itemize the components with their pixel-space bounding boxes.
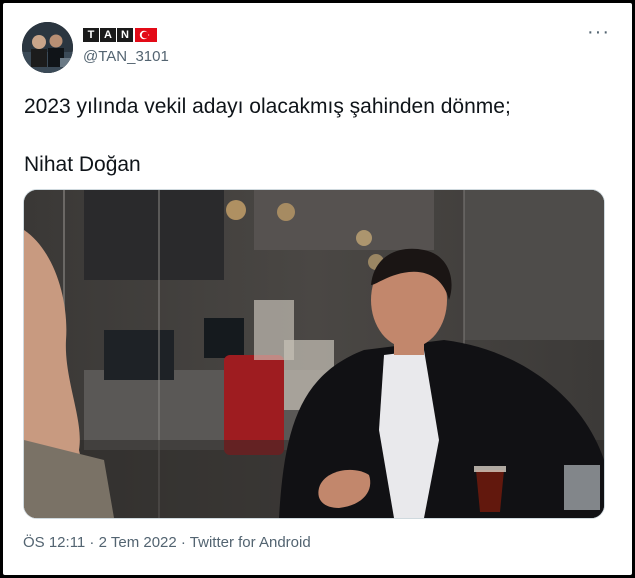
meta-separator-1: · <box>85 534 99 551</box>
turkey-flag-icon <box>135 28 157 42</box>
logo-letter-t: T <box>83 28 99 42</box>
logo-letter-a: A <box>100 28 116 42</box>
tweet-source-app[interactable]: Twitter for Android <box>190 534 311 551</box>
tweet-meta: ÖS 12:11 · 2 Tem 2022 · Twitter for Andr… <box>23 534 311 551</box>
tweet-card: T A N @TAN_3101 ··· 2023 yılında vekil a… <box>3 3 632 575</box>
photo-illustration <box>24 190 604 518</box>
tweet-photo[interactable] <box>23 189 605 519</box>
tweet-line-2: Nihat Doğan <box>24 153 141 176</box>
tweet-text: 2023 yılında vekil adayı olacakmış şahin… <box>24 93 614 179</box>
logo-letter-n: N <box>117 28 133 42</box>
tweet-time[interactable]: ÖS 12:11 <box>23 534 85 551</box>
display-name[interactable]: T A N <box>83 28 157 42</box>
more-dots-icon[interactable]: ··· <box>587 22 610 42</box>
tweet-line-1: 2023 yılında vekil adayı olacakmış şahin… <box>24 95 511 118</box>
tweet-date[interactable]: 2 Tem 2022 <box>99 534 177 551</box>
meta-separator-2: · <box>176 534 190 551</box>
user-handle[interactable]: @TAN_3101 <box>83 48 169 65</box>
avatar[interactable] <box>22 22 73 73</box>
